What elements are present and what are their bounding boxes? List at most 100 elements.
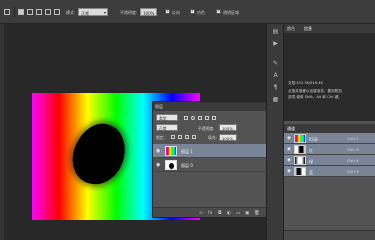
layer-thumbnail	[165, 146, 177, 156]
layer-row-0[interactable]: ◉ 图层 0	[153, 158, 276, 172]
layer-thumbnail	[165, 160, 177, 170]
trash-icon[interactable]: 🗑	[254, 211, 260, 216]
brush-icon[interactable]: ✎	[272, 60, 279, 67]
fill-label: 填充:	[208, 135, 217, 140]
link-icon[interactable]: ∞	[199, 211, 203, 216]
transparency-label: 透明区域	[223, 10, 239, 15]
info-panel-tabbar: 颜色 信息	[284, 24, 375, 33]
eye-icon[interactable]: ◉	[287, 158, 291, 163]
chevron-down-icon: ▾	[103, 10, 106, 15]
mode-value: 正常	[81, 10, 89, 16]
adjustment-icon[interactable]: ◐	[227, 211, 231, 216]
dither-checkbox[interactable]	[190, 9, 195, 14]
layer-opacity-label: 不透明度:	[198, 125, 215, 131]
dither-label: 仿色	[197, 10, 205, 15]
eye-icon[interactable]: ◉	[156, 148, 160, 154]
layer-name: 图层 1	[181, 149, 193, 154]
layer-opacity-value: 100%	[222, 126, 233, 131]
linear-gradient-icon[interactable]	[18, 9, 24, 15]
fill-value: 100%	[222, 135, 233, 141]
filter-smart-object-icon[interactable]	[212, 115, 216, 120]
tab-channels[interactable]: 通道	[287, 126, 295, 132]
channel-row-blue[interactable]: ◉ 蓝 Ctrl+5	[284, 166, 375, 177]
blend-mode-select[interactable]: 正常	[156, 124, 178, 131]
channel-name: RGB	[309, 136, 318, 142]
lock-position-icon[interactable]	[185, 135, 189, 139]
layer-row-1[interactable]: ◉ 图层 1	[153, 144, 276, 158]
channel-name: 红	[309, 147, 313, 153]
channel-shortcut: Ctrl+3	[347, 147, 359, 152]
layers-panel-tabbar: 图层	[153, 102, 276, 111]
hint-text-1: 点按并拖移以创建渐变。要用附加	[288, 89, 342, 93]
lock-all-icon[interactable]	[192, 135, 196, 139]
mask-icon[interactable]: ◘	[218, 211, 222, 216]
layer-opacity-field[interactable]: 100%	[219, 124, 237, 131]
eye-icon[interactable]: ◉	[287, 136, 291, 141]
channel-thumbnail	[294, 167, 306, 176]
character-icon[interactable]: A	[272, 72, 279, 79]
layers-panel: 图层 类型 正常 不透明度: 100% 锁定: 填充: 100% ◉ 图层 1 …	[152, 101, 277, 218]
blend-mode-value: 正常	[159, 126, 167, 131]
channel-name: 蓝	[309, 169, 313, 175]
tab-info[interactable]: 信息	[304, 26, 312, 32]
fx-icon[interactable]: fx	[208, 211, 212, 216]
channel-shortcut: Ctrl+4	[347, 158, 359, 163]
angle-gradient-icon[interactable]	[36, 9, 42, 15]
diamond-gradient-icon[interactable]	[54, 9, 60, 15]
filter-adjustment-icon[interactable]	[191, 115, 195, 120]
mode-label: 模式:	[66, 10, 76, 15]
properties-icon[interactable]: ▦	[272, 96, 279, 103]
layer-filter-select[interactable]: 类型	[156, 114, 178, 121]
channel-thumbnail	[294, 134, 306, 143]
opacity-label: 不透明度:	[120, 10, 138, 15]
tools-strip	[0, 24, 4, 240]
eye-icon[interactable]: ◉	[287, 169, 291, 174]
tab-color[interactable]: 颜色	[287, 26, 295, 32]
hint-text-2: 选项,使用 Shift、Alt 和 Ctrl 键。	[288, 95, 342, 99]
paragraph-icon[interactable]: ¶	[272, 84, 279, 91]
filter-shape-icon[interactable]	[205, 115, 209, 120]
channel-row-rgb[interactable]: ◉ RGB Ctrl+2	[284, 133, 375, 144]
channel-thumbnail	[294, 156, 306, 165]
right-panels: 颜色 信息 文档:452.3K/816.4K 点按并拖移以创建渐变。要用附加 选…	[283, 24, 375, 240]
tool-preset-icon[interactable]	[4, 9, 10, 15]
eye-icon[interactable]: ◉	[156, 162, 160, 168]
separator	[14, 7, 15, 17]
channel-thumbnail	[294, 145, 306, 154]
black-blob-shape	[65, 116, 133, 192]
transparency-checkbox[interactable]	[216, 9, 221, 14]
channel-name: 绿	[309, 158, 313, 164]
filter-pixel-icon[interactable]	[184, 115, 188, 120]
channel-shortcut: Ctrl+5	[347, 169, 359, 174]
lock-image-icon[interactable]	[178, 135, 182, 139]
layer-name: 图层 0	[181, 163, 193, 168]
channels-panel-tabbar: 通道	[284, 124, 375, 133]
channel-shortcut: Ctrl+2	[347, 136, 359, 141]
info-panel-body: 文档:452.3K/816.4K 点按并拖移以创建渐变。要用附加 选项,使用 S…	[284, 33, 375, 121]
folder-icon[interactable]: ▭	[236, 211, 240, 216]
mode-select[interactable]: 正常 ▾	[78, 8, 108, 16]
document-size-text: 文档:452.3K/816.4K	[288, 81, 323, 85]
layers-bottom-bar: ∞ fx ◘ ◐ ▭ ▣ 🗑	[153, 207, 276, 217]
opacity-field[interactable]: 100%	[140, 8, 157, 16]
radial-gradient-icon[interactable]	[27, 9, 33, 15]
history-icon[interactable]: ▤	[272, 28, 279, 35]
opacity-value: 100%	[143, 10, 155, 16]
reflected-gradient-icon[interactable]	[45, 9, 51, 15]
filter-type-icon[interactable]	[198, 115, 202, 120]
tab-layers[interactable]: 图层	[155, 104, 163, 110]
thumbnail-blob	[169, 163, 174, 169]
actions-icon[interactable]: ▶	[272, 40, 279, 47]
channel-row-red[interactable]: ◉ 红 Ctrl+3	[284, 144, 375, 155]
reverse-checkbox[interactable]	[165, 9, 170, 14]
collapsed-panel-dock: ▤ ▶ ✎ A ¶ ▦	[266, 24, 283, 240]
reverse-label: 反向	[172, 10, 180, 15]
channel-row-green[interactable]: ◉ 绿 Ctrl+4	[284, 155, 375, 166]
eye-icon[interactable]: ◉	[287, 147, 291, 152]
options-bar: 模式: 正常 ▾ 不透明度: 100% 反向 仿色 透明区域	[0, 0, 375, 24]
fill-field[interactable]: 100%	[219, 133, 237, 141]
new-layer-icon[interactable]: ▣	[245, 211, 249, 216]
channels-bottom-bar	[284, 230, 375, 240]
lock-label: 锁定:	[156, 135, 165, 140]
lock-transparent-icon[interactable]	[171, 135, 175, 139]
